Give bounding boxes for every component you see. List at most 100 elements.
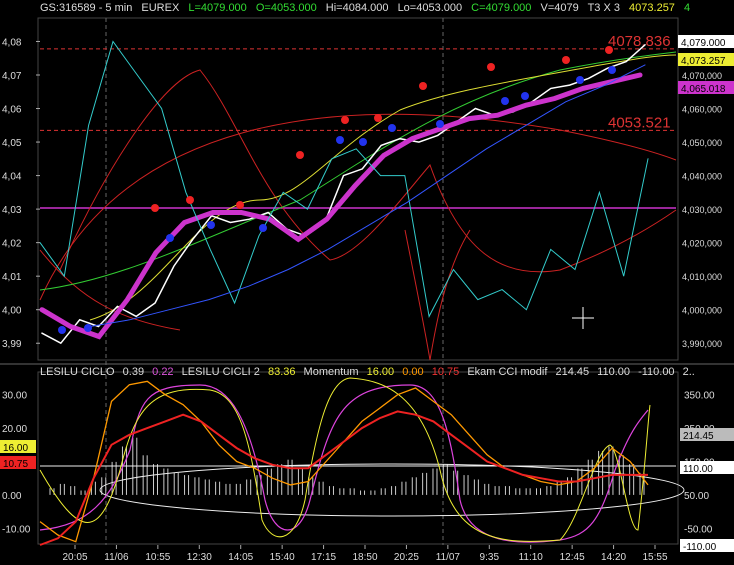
volume-label: V=4079 xyxy=(540,2,579,14)
ind-y-tick-right: 350.00 xyxy=(684,391,715,402)
y-tick-left: 4,05 xyxy=(2,138,22,149)
signal-dot-blue xyxy=(259,224,267,232)
x-tick-label: 11/07 xyxy=(436,552,461,563)
signal-dot-blue xyxy=(388,124,396,132)
signal-dot-blue xyxy=(166,234,174,242)
series-blue-ma xyxy=(89,64,646,327)
ind3-value2: 0.00 xyxy=(402,366,424,378)
y-tick-right: 3,990,000 xyxy=(682,339,722,349)
ind4-more: 2.. xyxy=(682,366,695,378)
x-tick-label: 11:10 xyxy=(519,552,544,563)
close-label: C=4079.000 xyxy=(471,2,532,14)
y-tick-left: 4,08 xyxy=(2,37,22,48)
x-tick-label: 20:25 xyxy=(394,552,419,563)
open-label: O=4053.000 xyxy=(255,2,317,14)
ind-series-orange xyxy=(39,380,649,543)
x-tick-label: 11/06 xyxy=(104,552,129,563)
ind-y-tick-left: 0.00 xyxy=(2,491,22,502)
yellow-ma-line xyxy=(89,54,677,321)
signal-dot-blue xyxy=(436,120,444,128)
indicator-header: LESILU CICLO 0.39 0.22 LESILU CICLI 2 83… xyxy=(40,366,700,378)
last-label: L=4079.000 xyxy=(188,2,247,14)
signal-dot-red xyxy=(341,116,349,124)
y-tick-right: 4,020,000 xyxy=(682,239,722,249)
ind-y-tick-left: -10.00 xyxy=(2,524,31,535)
signal-dot-red xyxy=(186,196,194,204)
y-tick-left: 4,06 xyxy=(2,105,22,116)
y-tick-right: 4,030,000 xyxy=(682,205,722,215)
ind-y-tick-right: -50.00 xyxy=(684,524,713,535)
x-tick-label: 10:55 xyxy=(145,552,170,563)
signal-dot-red xyxy=(605,46,613,54)
price-panel-frame xyxy=(37,17,679,361)
ind3-name: Momentum xyxy=(303,366,359,378)
signal-dot-blue xyxy=(501,97,509,105)
series-price xyxy=(41,44,646,345)
indicator-badge-text: 214.45 xyxy=(683,431,714,442)
y-tick-left: 4,03 xyxy=(2,205,22,216)
y-tick-left: 4,07 xyxy=(2,71,22,82)
ind1-name: LESILU CICLO xyxy=(40,366,115,378)
y-tick-right: 4,000,000 xyxy=(682,306,722,316)
count-label: 4 xyxy=(684,2,691,14)
high-label: Hi=4084.000 xyxy=(325,2,389,14)
signal-dot-red xyxy=(487,63,495,71)
indicator-badge-text: 110.00 xyxy=(683,464,713,475)
y-tick-left: 4,02 xyxy=(2,239,22,250)
x-tick-label: 12:30 xyxy=(187,552,212,563)
avg-value-label: 4073.257 xyxy=(629,2,675,14)
ind1-value: 0.39 xyxy=(122,366,145,378)
symbol-label: GS:316589 - 5 min xyxy=(40,2,133,14)
signal-dot-blue xyxy=(359,138,367,146)
y-tick-right: 4,070,000 xyxy=(682,71,722,81)
y-tick-left: 4,04 xyxy=(2,172,22,183)
indicator-badge-text: 16.00 xyxy=(3,443,28,454)
yellow-oscillator xyxy=(39,377,651,542)
ind3-value3: 10.75 xyxy=(431,366,460,378)
y-tick-right: 4,060,000 xyxy=(682,105,722,115)
price-badge-text: 4,065.018 xyxy=(681,84,726,95)
chart-header: GS:316589 - 5 min EUREX L=4079.000 O=405… xyxy=(40,2,696,14)
signal-dot-blue xyxy=(521,92,529,100)
y-tick-left: 4,01 xyxy=(2,272,22,283)
ind2-value: 0.22 xyxy=(152,366,174,378)
signal-dot-red xyxy=(296,151,304,159)
y-tick-right: 4,050,000 xyxy=(682,138,722,148)
envelope-arc-upper xyxy=(39,113,677,301)
crosshair-cursor[interactable] xyxy=(572,307,594,329)
magenta-oscillator xyxy=(39,384,649,543)
ind2-value2: 83.36 xyxy=(267,366,296,378)
ind2-name: LESILU CICLI 2 xyxy=(181,366,260,378)
ind-y-tick-right: 50.00 xyxy=(684,491,709,502)
ind-y-tick-left: 20.00 xyxy=(2,424,27,435)
ind4-name: Ekam CCI modif xyxy=(467,366,548,378)
series-cyan xyxy=(39,40,649,318)
envelope-arc-dip xyxy=(404,229,471,361)
indicator-badge-text: -110.00 xyxy=(683,542,717,553)
signal-dot-red xyxy=(151,204,159,212)
x-tick-label: 15:55 xyxy=(642,552,667,563)
series-trend-magenta xyxy=(39,72,643,340)
price-badge-text: 4,079.000 xyxy=(681,38,726,49)
y-tick-right: 4,040,000 xyxy=(682,172,722,182)
x-tick-label: 9:35 xyxy=(480,552,500,563)
low-label: Lo=4053.000 xyxy=(397,2,463,14)
ind4-value1: 214.45 xyxy=(555,366,590,378)
bars-label: T3 X 3 xyxy=(587,2,620,14)
level-label: 4053.521 xyxy=(608,114,671,131)
y-tick-left: 3,99 xyxy=(2,339,22,350)
signal-dot-blue xyxy=(336,136,344,144)
signal-dot-red xyxy=(374,114,382,122)
signal-dot-blue xyxy=(84,324,92,332)
x-tick-label: 17:15 xyxy=(311,552,336,563)
indicator-panel-frame xyxy=(37,371,679,545)
ind4-value2: 110.00 xyxy=(597,366,630,378)
chart-canvas: 4078.836 4053.521 4,08 4,07 4,06 4,05 4,04 4,0… xyxy=(0,17,734,563)
signal-dot-blue xyxy=(576,76,584,84)
indicator-badge-text: 10.75 xyxy=(3,459,28,470)
signal-dot-red xyxy=(562,56,570,64)
ind4-value3: -110.00 xyxy=(638,366,675,378)
x-tick-label: 14:20 xyxy=(601,552,626,563)
exchange-label: EUREX xyxy=(141,2,180,14)
signal-dot-red xyxy=(419,82,427,90)
